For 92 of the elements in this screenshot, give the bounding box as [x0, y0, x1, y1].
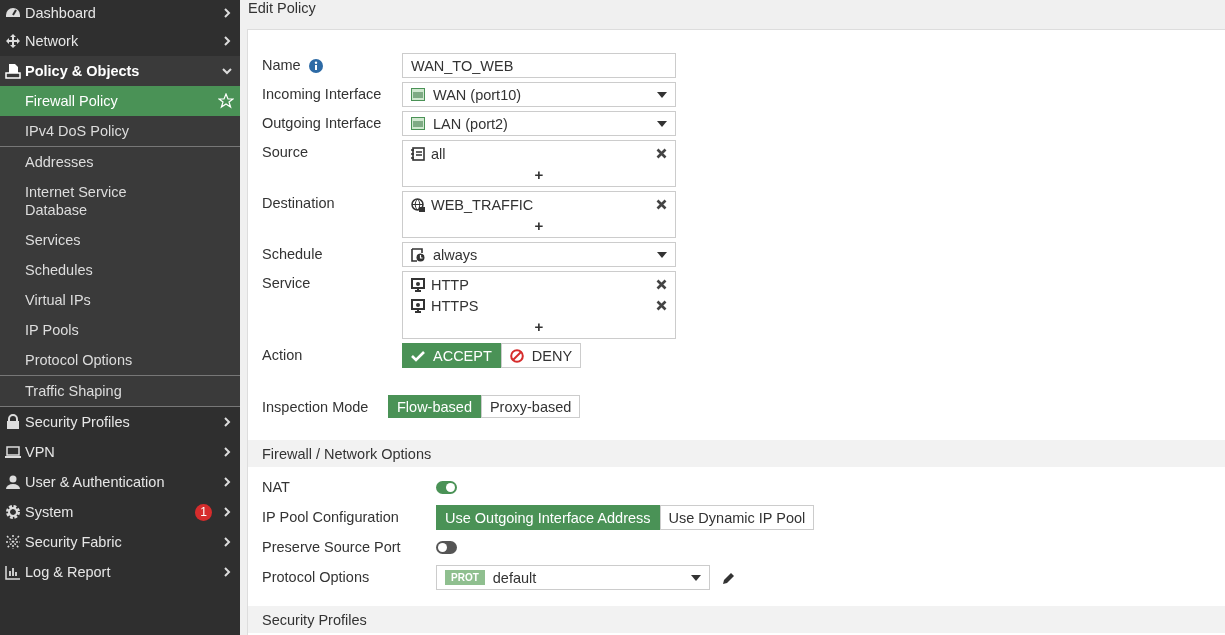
dropdown[interactable]: PROT default	[436, 565, 710, 590]
nav-subitem[interactable]: Internet Service Database	[0, 177, 240, 225]
nav-subitem[interactable]: Schedules	[0, 255, 240, 285]
network-port-icon	[411, 117, 425, 130]
chevron-right-icon	[222, 537, 232, 547]
chevron-right-icon	[222, 8, 232, 18]
nav-subitem[interactable]: Traffic Shaping	[0, 376, 240, 406]
document-icon	[4, 63, 21, 79]
user-icon	[4, 474, 21, 490]
edit-icon[interactable]	[722, 570, 736, 585]
section-header: Security Profiles	[248, 606, 1225, 633]
entry-label: all	[431, 145, 447, 162]
remove-icon[interactable]	[656, 300, 667, 311]
field-label: IP Pool Configuration	[262, 508, 399, 527]
option-button[interactable]: DENY	[500, 343, 582, 368]
chevron-right-icon	[222, 567, 232, 577]
nav-subitem[interactable]: Firewall Policy	[0, 86, 240, 116]
chevron-down-icon	[222, 66, 232, 76]
network-port-icon	[411, 88, 425, 101]
field-label: Preserve Source Port	[262, 538, 401, 557]
nav-item[interactable]: Log & Report	[0, 557, 240, 587]
check-icon	[411, 349, 425, 362]
dropdown[interactable]: always	[402, 242, 676, 267]
nav-item[interactable]: Policy & Objects	[0, 56, 240, 86]
field-label: NAT	[262, 478, 290, 497]
monitor-icon	[411, 277, 425, 292]
nav-subitem[interactable]: Protocol Options	[0, 345, 240, 375]
add-button[interactable]: +	[530, 164, 548, 184]
chevron-right-icon	[222, 447, 232, 457]
globe-icon	[411, 197, 425, 212]
field-label: Service	[262, 274, 311, 293]
entry-label: HTTP	[431, 276, 470, 293]
nav-subitem[interactable]: Virtual IPs	[0, 285, 240, 315]
section-header: Firewall / Network Options	[248, 440, 1225, 467]
entry-label: HTTPS	[431, 297, 480, 314]
nav-subitem[interactable]: IPv4 DoS Policy	[0, 116, 240, 146]
nav-item[interactable]: Security Fabric	[0, 527, 240, 557]
nav-subitem[interactable]: Addresses	[0, 147, 240, 177]
tag: PROT	[445, 570, 485, 585]
option-button[interactable]: Flow-based	[388, 395, 481, 418]
nav-item[interactable]: Dashboard	[0, 0, 240, 26]
remove-icon[interactable]	[656, 199, 667, 210]
move-arrows-icon	[4, 33, 21, 49]
chevron-right-icon	[222, 36, 232, 46]
option-button[interactable]: ACCEPT	[402, 343, 501, 368]
monitor-icon	[411, 298, 425, 313]
field-label: Name	[262, 56, 301, 75]
field-label: Outgoing Interface	[262, 114, 382, 133]
nav-item[interactable]: Network	[0, 26, 240, 56]
field-label: Source	[262, 143, 308, 162]
caret-icon	[657, 120, 667, 127]
toggle-switch[interactable]	[436, 541, 457, 554]
chevron-right-icon	[222, 507, 232, 517]
lock-icon	[4, 414, 21, 430]
nav-item[interactable]: System 1	[0, 497, 240, 527]
dropdown[interactable]: WAN (port10)	[402, 82, 676, 107]
field-label: Schedule	[262, 245, 323, 264]
nav-subitem[interactable]: Services	[0, 225, 240, 255]
option-button[interactable]: Use Dynamic IP Pool	[659, 505, 815, 530]
calendar-clock-icon	[411, 247, 425, 262]
star-icon[interactable]	[218, 93, 234, 109]
nav-item[interactable]: VPN	[0, 437, 240, 467]
caret-icon	[657, 251, 667, 258]
fabric-icon	[4, 534, 21, 550]
bar-chart-icon	[4, 564, 21, 580]
option-button[interactable]: Use Outgoing Interface Address	[436, 505, 660, 530]
address-list-icon	[411, 146, 425, 161]
settings-icon	[4, 504, 21, 520]
remove-icon[interactable]	[656, 148, 667, 159]
chevron-right-icon	[222, 477, 232, 487]
option-button[interactable]: Proxy-based	[480, 395, 581, 418]
field-label: Incoming Interface	[262, 85, 382, 104]
field-label: Protocol Options	[262, 568, 370, 587]
entry-label: WEB_TRAFFIC	[431, 196, 535, 213]
laptop-icon	[4, 444, 21, 460]
chevron-right-icon	[222, 417, 232, 427]
nav-item[interactable]: User & Authentication	[0, 467, 240, 497]
nav-item[interactable]: Security Profiles	[0, 407, 240, 437]
field-label: Inspection Mode	[262, 398, 369, 417]
field-label: Destination	[262, 194, 335, 213]
nav-subitem[interactable]: IP Pools	[0, 315, 240, 345]
caret-icon	[657, 91, 667, 98]
name-field[interactable]: WAN_TO_WEB	[402, 53, 676, 78]
add-button[interactable]: +	[530, 316, 548, 336]
add-button[interactable]: +	[530, 215, 548, 235]
caret-icon	[691, 574, 701, 581]
field-label: Action	[262, 346, 303, 365]
notification-badge: 1	[195, 503, 212, 521]
toggle-switch[interactable]	[436, 481, 457, 494]
prohibited-icon	[509, 348, 524, 363]
remove-icon[interactable]	[656, 279, 667, 290]
dropdown[interactable]: LAN (port2)	[402, 111, 676, 136]
